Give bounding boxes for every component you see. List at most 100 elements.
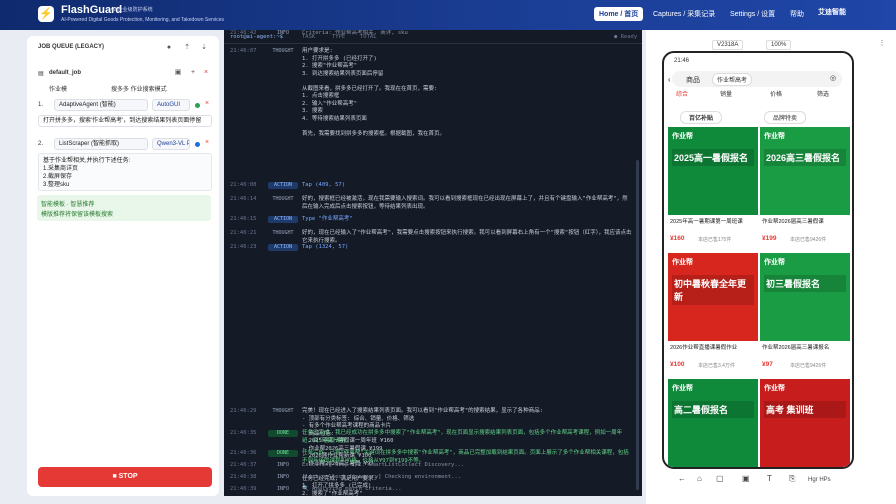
filter-screen[interactable]: 筛选 [817, 89, 829, 98]
log-message: 用户要求是: 1. 打开拼多多 (已经打开了) 2. 搜索"作业帮高考" 3. … [302, 48, 446, 137]
product-price: ¥97 [762, 361, 773, 368]
save-icon[interactable]: ▣ [174, 69, 182, 77]
log-message: Executing Step 2/2: SmartListCollect Dis… [302, 462, 465, 468]
log-message: 🔍 Analyzing match criteria... [302, 486, 402, 492]
product-banner: 初中暑秋春全年更新 [672, 275, 754, 305]
pdd-search-bar[interactable]: ‹ 商品 作业帮高考 ◎ [668, 71, 842, 87]
top-nav-bar: ⚡ FlashGuard v2 企业级防护系统 AI-Powered Digit… [0, 0, 896, 30]
product-banner: 2026高三暑假报名 [764, 149, 846, 166]
step2-status-dot [195, 142, 200, 147]
log-tag: THOUGHT [272, 230, 294, 236]
stop-button[interactable]: ■ STOP [38, 467, 212, 487]
product-price: ¥199 [762, 235, 777, 242]
upload-icon[interactable]: ⇡ [183, 44, 191, 52]
nav-captures[interactable]: Captures / 采集记录 [648, 7, 720, 21]
nav-home[interactable]: Home / 首页 [594, 7, 644, 21]
log-tag: INFO [276, 462, 290, 468]
filter-sales[interactable]: 销量 [720, 89, 732, 98]
log-timestamp: 21:46:23 [230, 244, 257, 250]
step2-mode-select[interactable]: Qwen3-VL Plus [152, 138, 190, 150]
nav-home-icon[interactable]: ⌂ [697, 474, 702, 483]
log-timestamp: 21:46:37 [230, 462, 257, 468]
device-time: 21:46 [674, 58, 690, 64]
delete-icon[interactable]: × [202, 69, 210, 77]
product-sold: 本店已售3.4万件 [698, 363, 735, 369]
nav-recent-icon[interactable]: ▢ [716, 474, 724, 483]
job-queue-panel: JOB QUEUE (LEGACY) ● ⇡ ⇣ ▤ default_job ▣… [27, 36, 219, 496]
log-message: [list_collect_discovery] Checking enviro… [302, 474, 461, 480]
terminal-scrollbar[interactable] [636, 160, 639, 490]
product-banner: 高考 集训班 [764, 401, 846, 418]
search-chip[interactable]: 作业帮高考 [712, 73, 753, 86]
log-tag: THOUGHT [272, 408, 294, 414]
step1-mode-select[interactable]: AutoGUI [152, 99, 190, 111]
app-tagline: AI-Powered Digital Goods Protection, Mon… [61, 17, 225, 23]
product-image: 作业帮 初三暑假报名 [760, 253, 850, 341]
text-icon[interactable]: T [767, 474, 772, 483]
step1-agent-select[interactable]: AdaptiveAgent (智能) [54, 99, 148, 111]
product-card[interactable]: 作业帮 2025高一暑假报名 2025年高一暑期课第一周班课 ¥160 本店已售175件 [668, 127, 758, 251]
tag-brand[interactable]: 品牌特卖 [764, 111, 807, 124]
product-brand: 作业帮 [764, 385, 785, 392]
log-tag: INFO [276, 474, 290, 480]
record-icon[interactable]: ● [165, 44, 173, 52]
job-name: default_job [49, 70, 82, 76]
device-screen[interactable]: 21:46 ‹ 商品 作业帮高考 ◎ 综合 销量 价格 筛选 百亿补贴 品牌特卖… [662, 51, 854, 469]
nav-back-icon[interactable]: ← [678, 474, 686, 483]
hint-title: 智能模板 · 智慧推荐 [41, 202, 95, 208]
log-timestamp: 21:46:35 [230, 430, 257, 436]
nav-settings[interactable]: Settings / 设置 [725, 7, 780, 21]
back-icon[interactable]: ‹ [668, 75, 671, 84]
filter-price[interactable]: 价格 [770, 89, 782, 98]
step2-instruction[interactable]: 基于作业帮相关,并执行下述任务: 1.采集商详页 2.截屏保存 3.整理sku [38, 153, 212, 191]
product-banner: 初三暑假报名 [764, 275, 846, 292]
log-tag: INFO [276, 486, 290, 492]
product-image: 作业帮 初中暑秋春全年更新 [668, 253, 758, 341]
filter-all[interactable]: 综合 [676, 89, 688, 98]
product-brand: 作业帮 [672, 133, 693, 140]
product-banner: 高二暑假报名 [672, 401, 754, 418]
step2-agent-select[interactable]: ListScraper (智能抓取) [54, 138, 148, 150]
product-card[interactable]: 作业帮高二暑假报名作业帮高二暑假报名 [668, 379, 758, 467]
log-message: Tap (409, 57) [302, 182, 346, 188]
search-text: 商品 [686, 77, 700, 84]
log-message: 任务已完成。我已经成功在拼多多中搜索了"作业帮高考"，现在页面显示搜索结果列表页… [302, 430, 623, 444]
product-image: 作业帮 2025高一暑假报名 [668, 127, 758, 215]
add-icon[interactable]: + [189, 69, 197, 77]
product-brand: 作业帮 [672, 385, 693, 392]
camera-icon[interactable]: ◎ [830, 74, 836, 82]
product-image: 作业帮 2026高三暑假报名 [760, 127, 850, 215]
step1-instruction[interactable]: 打开拼多多，搜索'作业帮高考'，到达搜索结果列表页面停留 [38, 115, 212, 127]
nav-help[interactable]: 帮助 [785, 7, 809, 21]
product-card[interactable]: 作业帮 初三暑假报名 作业帮2026届高三暑课报名 ¥97 本店已售9426件 [760, 253, 850, 377]
product-sold: 本店已售9426件 [790, 237, 827, 243]
product-card[interactable]: 作业帮 初中暑秋春全年更新 2026作业帮直播课暑假作业 ¥100 本店已售3.4万件 [668, 253, 758, 377]
stop-label: STOP [118, 473, 138, 480]
product-card[interactable]: 作业帮高考 集训班作业帮高考训练营 [760, 379, 850, 467]
product-image: 作业帮 高二暑假报名 [668, 379, 758, 467]
more-icon[interactable]: ⋮ [878, 40, 886, 48]
product-title: 2025年高一暑期课第一周班课 [670, 219, 743, 225]
step1-remove-icon[interactable]: × [203, 100, 211, 108]
log-timestamp: 21:46:36 [230, 450, 257, 456]
hud-toggle-label[interactable]: Hgr HPs [808, 477, 831, 483]
log-message: 好的，现在已经输入了"作业帮高考"，我需要点击搜索按钮来执行搜索。我可以看到屏幕… [302, 230, 632, 244]
log-tag: ACTION [268, 216, 298, 223]
col-desc: 搜多多 作业搜索模式 [111, 87, 167, 93]
partner-logo: 艾迪智能 [818, 9, 846, 16]
col-mode: 作业模 [49, 87, 68, 93]
log-tag: THOUGHT [272, 196, 294, 202]
agent-terminal: root@ai-agent:~$ TASK TYPE TOTAL ● Ready… [224, 30, 642, 496]
log-tag: DONE [268, 430, 298, 437]
download-icon[interactable]: ⇣ [200, 44, 208, 52]
tag-subsidy[interactable]: 百亿补贴 [680, 111, 723, 124]
screenshot-icon[interactable]: ▣ [742, 474, 750, 483]
product-brand: 作业帮 [764, 259, 785, 266]
step1-index: 1. [38, 102, 44, 108]
log-message: 好的，搜索框已经被激活，现在我需要输入搜索词。我可以看到搜索框现在已经出现在屏幕… [302, 196, 628, 210]
battery-level: 100% [766, 40, 792, 50]
copy-icon[interactable]: ⎘ [789, 474, 795, 484]
product-sold: 本店已售9426件 [790, 363, 827, 369]
product-card[interactable]: 作业帮 2026高三暑假报名 作业帮2026届高三暑假课 ¥199 本店已售9426件 [760, 127, 850, 251]
step2-remove-icon[interactable]: × [203, 139, 211, 147]
